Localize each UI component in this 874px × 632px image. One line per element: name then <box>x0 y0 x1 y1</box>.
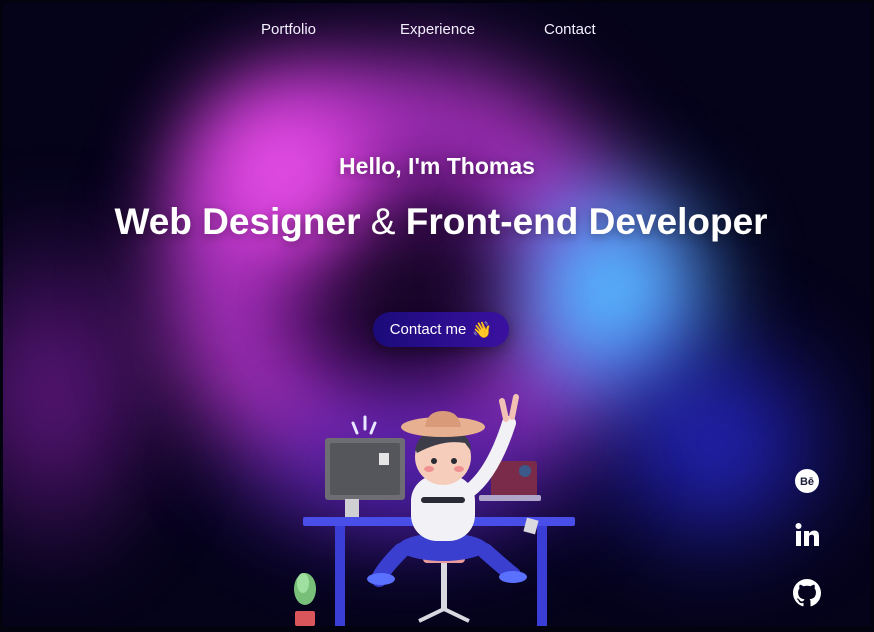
hero-section: Portfolio Experience Contact Hello, I'm … <box>3 3 871 626</box>
waving-hand-icon: 👋 <box>472 321 493 339</box>
nav-link-contact[interactable]: Contact <box>544 21 596 38</box>
hero-headline: Web Designer & Front-end Developer <box>3 201 871 243</box>
github-link[interactable] <box>793 579 821 607</box>
svg-text:Bē: Bē <box>800 476 814 488</box>
monitor-icon <box>325 415 405 517</box>
linkedin-link[interactable] <box>793 521 821 549</box>
top-nav: Portfolio Experience Contact <box>3 21 871 43</box>
hero-greeting: Hello, I'm Thomas <box>339 153 535 179</box>
linkedin-icon <box>795 523 819 546</box>
nav-link-experience[interactable]: Experience <box>400 21 475 38</box>
contact-me-button[interactable]: Contact me 👋 <box>373 312 509 347</box>
nav-link-portfolio[interactable]: Portfolio <box>261 21 316 38</box>
contact-me-label: Contact me <box>389 321 467 338</box>
behance-link[interactable]: Bē <box>793 467 821 495</box>
headline-role-1: Web Designer <box>114 201 361 242</box>
developer-illustration <box>294 394 575 626</box>
headline-ampersand: & <box>370 201 396 242</box>
github-icon <box>793 579 821 607</box>
behance-icon: Bē <box>795 469 819 493</box>
chair-icon <box>418 555 470 623</box>
headline-role-2: Front-end Developer <box>405 201 768 242</box>
plant-icon <box>294 573 316 626</box>
